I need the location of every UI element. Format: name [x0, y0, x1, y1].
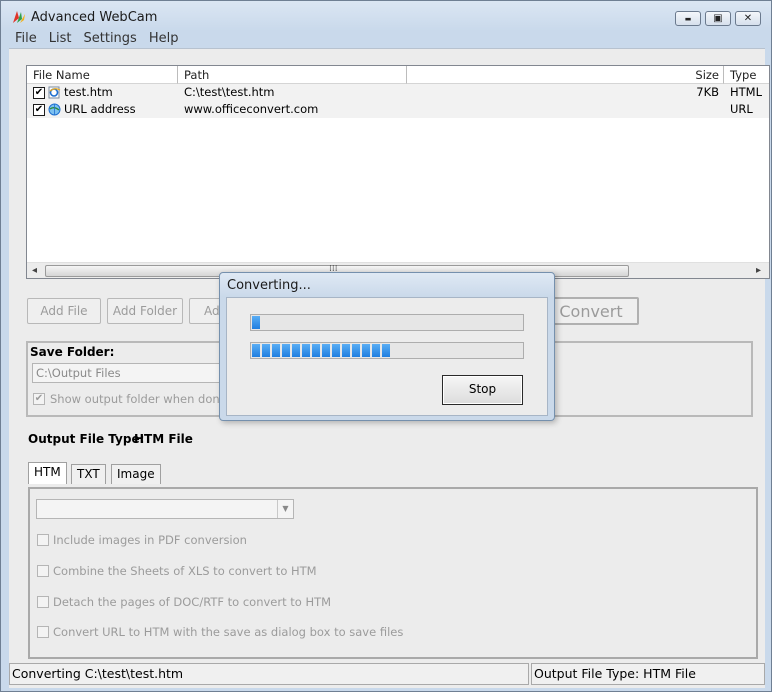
option-label: Detach the pages of DOC/RTF to convert t… — [53, 595, 332, 609]
minimize-button[interactable]: ▬ — [675, 11, 701, 26]
status-progress-text: Converting C:\test\test.htm — [9, 663, 529, 685]
scroll-left-arrow-icon[interactable]: ◂ — [32, 263, 37, 278]
status-bar: Converting C:\test\test.htm Output File … — [9, 663, 765, 685]
maximize-button[interactable]: ▣ — [705, 11, 731, 26]
htm-options-panel: ▼ Include images in PDF conversion Combi… — [28, 487, 758, 659]
table-row[interactable]: ✔ test.htm C:\test\test.htm 7KB HTML — [27, 84, 769, 101]
progress-segment — [282, 344, 290, 357]
dialog-title: Converting... — [227, 278, 311, 293]
progress-segment — [382, 344, 390, 357]
progress-segment — [272, 344, 280, 357]
file-progress-fill — [252, 316, 262, 329]
add-folder-button[interactable]: Add Folder — [107, 298, 183, 324]
overall-progress-fill — [252, 344, 392, 357]
close-button[interactable]: ✕ — [735, 11, 761, 26]
status-output-type: Output File Type: HTM File — [531, 663, 765, 685]
menu-bar: File List Settings Help — [9, 30, 184, 48]
close-icon: ✕ — [743, 13, 753, 24]
menu-help[interactable]: Help — [143, 30, 185, 48]
progress-segment — [262, 344, 270, 357]
stop-button[interactable]: Stop — [442, 375, 523, 405]
window-title: Advanced WebCam — [31, 10, 158, 25]
chevron-down-icon[interactable]: ▼ — [277, 500, 293, 518]
progress-segment — [332, 344, 340, 357]
option-checkbox[interactable] — [37, 626, 49, 638]
progress-segment — [252, 316, 260, 329]
progress-segment — [342, 344, 350, 357]
progress-segment — [372, 344, 380, 357]
path-cell: www.officeconvert.com — [184, 102, 319, 116]
overall-progress-bar — [250, 342, 524, 359]
dialog-body: Stop — [226, 297, 548, 416]
output-type-label: Output File Type: — [28, 432, 145, 446]
output-type-value: HTM File — [134, 432, 193, 446]
save-folder-label: Save Folder: — [30, 345, 115, 359]
type-cell: URL — [730, 102, 753, 116]
option-checkbox[interactable] — [37, 534, 49, 546]
convert-button[interactable]: Convert — [543, 297, 639, 325]
size-cell: 7KB — [696, 85, 719, 99]
format-dropdown[interactable]: ▼ — [36, 499, 294, 519]
show-folder-checkbox[interactable]: ✔ — [33, 393, 45, 405]
option-label: Include images in PDF conversion — [53, 533, 247, 547]
add-file-button[interactable]: Add File — [27, 298, 101, 324]
tab-htm[interactable]: HTM — [28, 462, 67, 484]
file-list[interactable]: File Name Path Size Type ✔ test.htm C:\t… — [26, 65, 770, 279]
file-progress-bar — [250, 314, 524, 331]
url-globe-icon — [48, 103, 61, 116]
column-file-name[interactable]: File Name — [27, 66, 178, 84]
app-logo-icon — [13, 11, 25, 23]
row-checkbox[interactable]: ✔ — [33, 87, 45, 99]
show-folder-label: Show output folder when done — [50, 392, 227, 406]
progress-segment — [252, 344, 260, 357]
tab-txt[interactable]: TXT — [71, 464, 106, 484]
title-bar[interactable]: Advanced WebCam ▬ ▣ ✕ — [1, 1, 771, 31]
menu-file[interactable]: File — [9, 30, 43, 48]
progress-segment — [322, 344, 330, 357]
main-window: Advanced WebCam ▬ ▣ ✕ File List Settings… — [0, 0, 772, 692]
progress-segment — [352, 344, 360, 357]
column-type[interactable]: Type — [724, 66, 769, 84]
converting-dialog: Converting... Stop — [219, 272, 555, 421]
progress-segment — [292, 344, 300, 357]
file-name-cell: test.htm — [64, 85, 113, 99]
path-cell: C:\test\test.htm — [184, 85, 275, 99]
option-label: Convert URL to HTM with the save as dial… — [53, 625, 404, 639]
table-row[interactable]: ✔ URL address www.officeconvert.com URL — [27, 101, 769, 118]
ie-file-icon — [48, 86, 61, 99]
column-size[interactable]: Size — [407, 66, 724, 84]
option-label: Combine the Sheets of XLS to convert to … — [53, 564, 317, 578]
tab-image[interactable]: Image — [111, 464, 161, 484]
type-cell: HTML — [730, 85, 763, 99]
minimize-icon: ▬ — [684, 14, 692, 23]
file-name-cell: URL address — [64, 102, 136, 116]
menu-settings[interactable]: Settings — [78, 30, 143, 48]
option-checkbox[interactable] — [37, 596, 49, 608]
progress-segment — [302, 344, 310, 357]
row-checkbox[interactable]: ✔ — [33, 104, 45, 116]
column-path[interactable]: Path — [178, 66, 407, 84]
progress-segment — [362, 344, 370, 357]
scroll-right-arrow-icon[interactable]: ▸ — [756, 263, 761, 278]
menu-list[interactable]: List — [43, 30, 78, 48]
save-folder-input[interactable]: C:\Output Files — [32, 363, 222, 383]
maximize-icon: ▣ — [713, 13, 723, 24]
option-checkbox[interactable] — [37, 565, 49, 577]
progress-segment — [312, 344, 320, 357]
